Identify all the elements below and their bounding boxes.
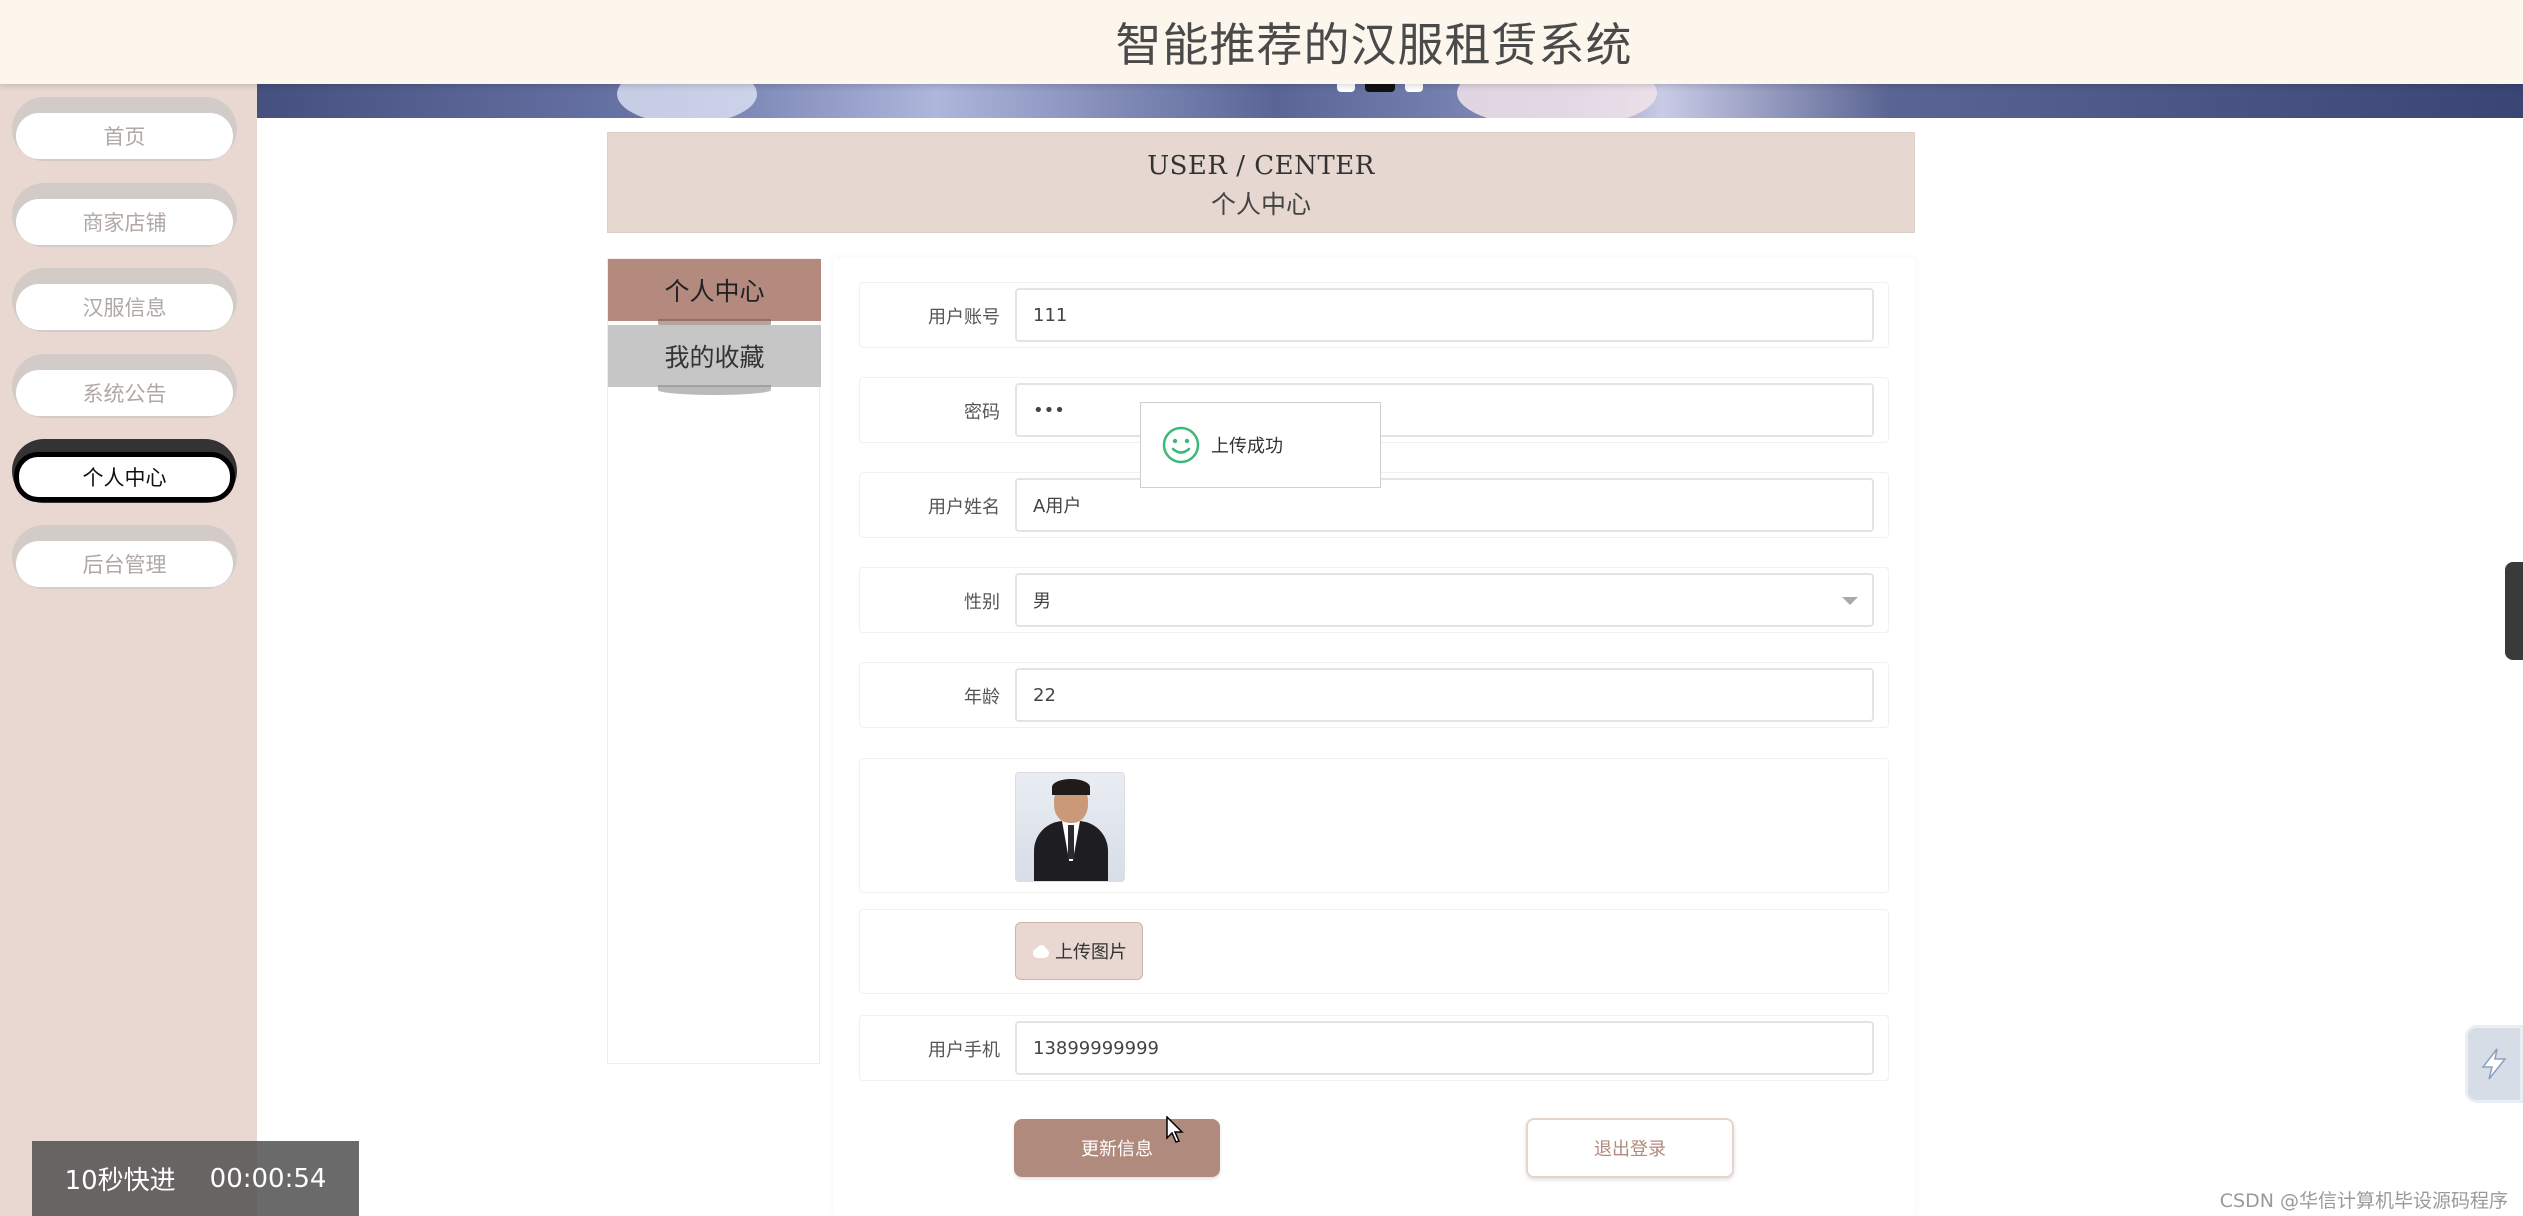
field-label: 用户手机 — [928, 1040, 1000, 1061]
video-control-bar: 10秒快进 00:00:54 — [32, 1141, 359, 1216]
lightning-icon — [2481, 1048, 2507, 1080]
avatar-hair — [1052, 779, 1090, 795]
sidebar-item-label: 个人中心 — [14, 452, 235, 502]
video-timestamp: 00:00:54 — [209, 1163, 327, 1194]
carousel-dot[interactable] — [1337, 84, 1355, 92]
age-input[interactable]: 22 — [1015, 668, 1874, 722]
sidebar-item-label: 商家店铺 — [16, 199, 233, 245]
floating-tool-button[interactable] — [2465, 1025, 2523, 1103]
form-row-age: 年龄 22 — [859, 662, 1889, 728]
tab-user-center[interactable]: 个人中心 — [608, 259, 821, 329]
toast-message: 上传成功 — [1211, 436, 1283, 457]
sidebar-item-admin[interactable]: 后台管理 — [12, 525, 237, 589]
carousel-dot-active[interactable] — [1365, 84, 1395, 92]
field-label: 密码 — [964, 402, 1000, 423]
form-row-phone: 用户手机 13899999999 — [859, 1015, 1889, 1081]
cloud-upload-icon — [1031, 944, 1051, 958]
sidebar-item-label: 系统公告 — [16, 370, 233, 416]
carousel-indicators — [1337, 84, 1423, 92]
sidebar-item-shops[interactable]: 商家店铺 — [12, 183, 237, 247]
sidebar-item-label: 汉服信息 — [16, 284, 233, 330]
update-info-button[interactable]: 更新信息 — [1014, 1119, 1220, 1177]
sidebar: 首页 商家店铺 汉服信息 系统公告 个人中心 后台管理 — [0, 84, 257, 1216]
upload-image-label: 上传图片 — [1055, 942, 1127, 963]
sidebar-item-label: 后台管理 — [16, 541, 233, 587]
banner-flower-decoration — [617, 84, 757, 118]
avatar-tie — [1068, 825, 1074, 859]
logout-button[interactable]: 退出登录 — [1526, 1118, 1734, 1178]
tab-my-favorites[interactable]: 我的收藏 — [608, 325, 821, 395]
field-label: 用户账号 — [928, 307, 1000, 328]
sidebar-item-hanfu-info[interactable]: 汉服信息 — [12, 268, 237, 332]
phone-input[interactable]: 13899999999 — [1015, 1021, 1874, 1075]
smile-icon — [1162, 426, 1200, 464]
mouse-cursor-icon — [1166, 1116, 1184, 1143]
sidebar-item-announcements[interactable]: 系统公告 — [12, 354, 237, 418]
section-title-zh: 个人中心 — [1210, 190, 1311, 219]
field-label: 性别 — [964, 592, 1000, 613]
sidebar-item-user-center[interactable]: 个人中心 — [12, 439, 237, 503]
account-input[interactable]: 111 — [1015, 288, 1874, 342]
fast-forward-button[interactable]: 10秒快进 — [65, 1160, 176, 1197]
user-center-menu: 个人中心 我的收藏 — [607, 258, 821, 1064]
sidebar-item-home[interactable]: 首页 — [12, 97, 237, 161]
gender-select-value: 男 — [1033, 591, 1051, 612]
page-header: 智能推荐的汉服租赁系统 — [0, 0, 2523, 84]
avatar — [1015, 772, 1125, 882]
carousel-dot[interactable] — [1405, 84, 1423, 92]
form-row-gender: 性别 男 — [859, 567, 1889, 633]
form-row-avatar — [859, 758, 1889, 893]
watermark: CSDN @华信计算机毕设源码程序 — [2219, 1190, 2508, 1212]
success-toast: 上传成功 — [1140, 402, 1381, 488]
field-label: 年龄 — [964, 687, 1000, 708]
field-label: 用户姓名 — [928, 497, 1000, 518]
form-row-upload: 上传图片 — [859, 909, 1889, 994]
sidebar-item-label: 首页 — [16, 113, 233, 159]
gender-select[interactable]: 男 — [1015, 573, 1874, 627]
section-title-en: USER / CENTER — [1147, 151, 1375, 181]
banner-carousel[interactable] — [257, 84, 2523, 118]
side-drawer-handle[interactable] — [2505, 562, 2523, 660]
chevron-down-icon — [1842, 597, 1858, 605]
section-title-banner: USER / CENTER 个人中心 — [607, 132, 1915, 233]
banner-flower-decoration — [1457, 84, 1657, 118]
site-title: 智能推荐的汉服租赁系统 — [1115, 18, 1633, 72]
form-row-account: 用户账号 111 — [859, 282, 1889, 348]
upload-image-button[interactable]: 上传图片 — [1015, 922, 1143, 980]
